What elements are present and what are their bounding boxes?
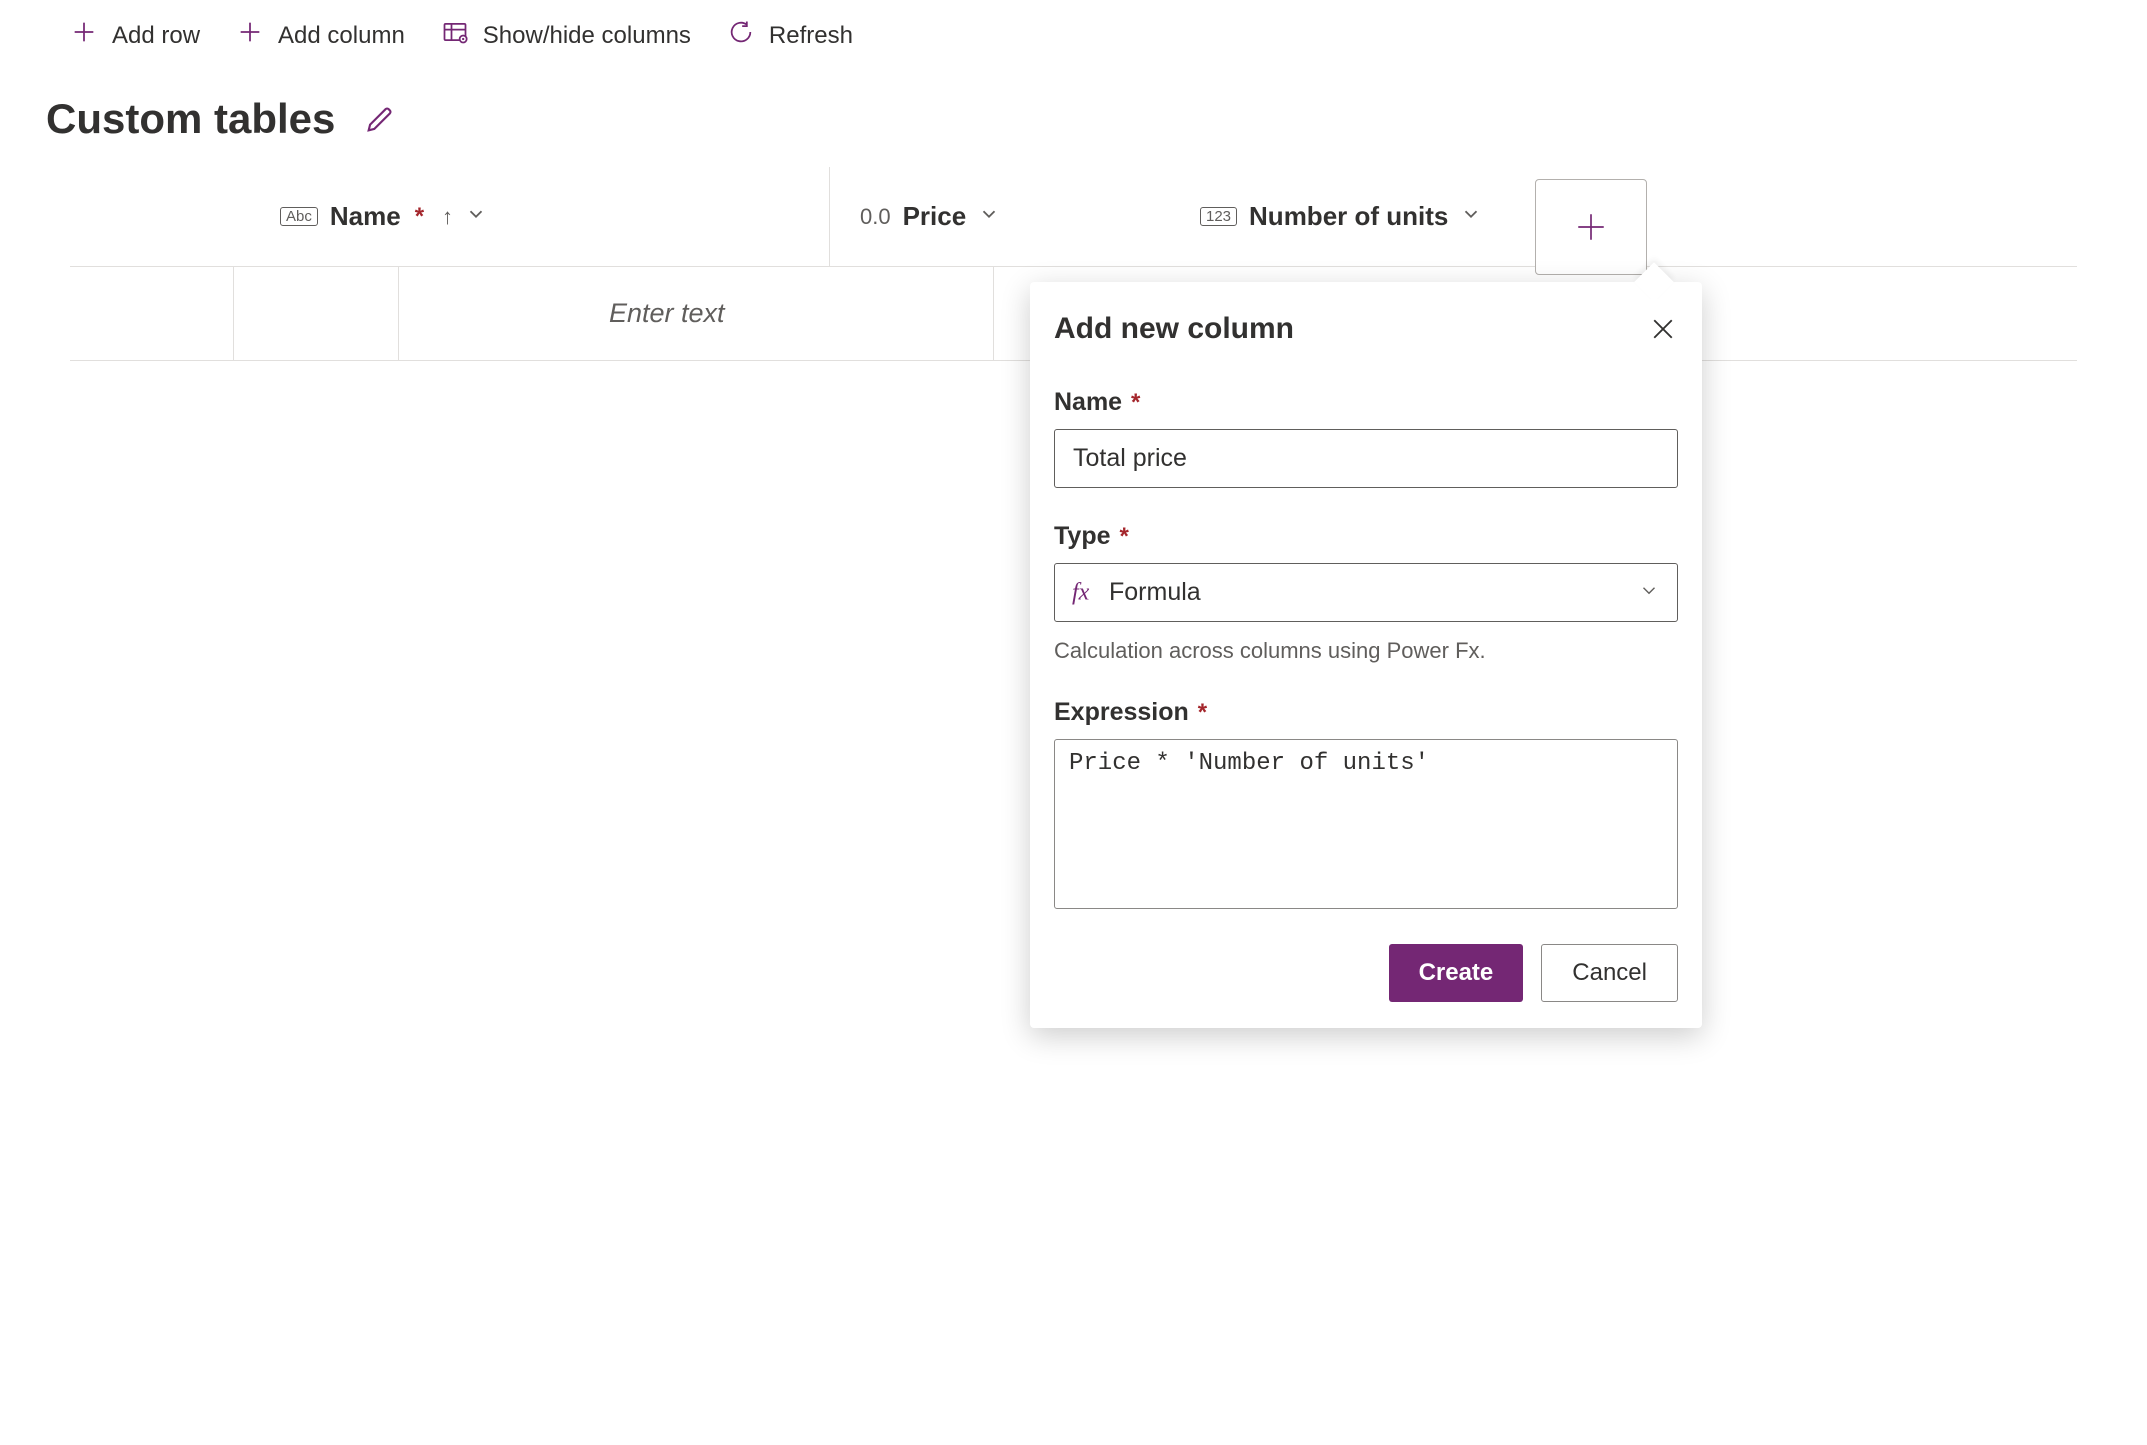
name-label-text: Name bbox=[1054, 388, 1122, 416]
expression-input[interactable] bbox=[1054, 739, 1678, 909]
name-input-cell[interactable]: Enter text bbox=[398, 267, 994, 360]
type-helper-text: Calculation across columns using Power F… bbox=[1054, 638, 1678, 664]
column-name-label: Name bbox=[330, 201, 401, 232]
column-price-label: Price bbox=[903, 201, 967, 232]
add-column-button[interactable]: Add column bbox=[236, 18, 405, 53]
chevron-down-icon bbox=[1638, 579, 1660, 606]
columns-icon bbox=[441, 18, 469, 53]
show-hide-label: Show/hide columns bbox=[483, 22, 691, 50]
fx-icon: fx bbox=[1072, 579, 1089, 606]
name-placeholder: Enter text bbox=[609, 298, 725, 329]
column-type-select[interactable]: Formula bbox=[1054, 563, 1678, 622]
refresh-icon bbox=[727, 18, 755, 53]
required-star: * bbox=[415, 203, 424, 231]
expr-label-text: Expression bbox=[1054, 698, 1189, 726]
add-column-label: Add column bbox=[278, 22, 405, 50]
type-field-block: Type * fx Formula Calculation across col… bbox=[1054, 522, 1678, 664]
name-field-block: Name * bbox=[1054, 388, 1678, 488]
abc-type-icon: Abc bbox=[280, 207, 318, 226]
page-title: Custom tables bbox=[46, 95, 335, 143]
type-label-text: Type bbox=[1054, 522, 1111, 550]
type-field-label: Type * bbox=[1054, 522, 1678, 551]
required-star: * bbox=[1131, 389, 1140, 416]
expression-field-block: Expression * bbox=[1054, 698, 1678, 914]
refresh-button[interactable]: Refresh bbox=[727, 18, 853, 53]
decimal-type-icon: 0.0 bbox=[860, 204, 891, 230]
sort-asc-icon: ↑ bbox=[442, 204, 453, 230]
name-field-label: Name * bbox=[1054, 388, 1678, 417]
popup-title: Add new column bbox=[1054, 312, 1294, 346]
add-row-label: Add row bbox=[112, 22, 200, 50]
create-button[interactable]: Create bbox=[1389, 944, 1524, 1002]
type-selected-value: Formula bbox=[1109, 578, 1201, 607]
table-header: Abc Name * ↑ 0.0 Price 123 Number of uni… bbox=[70, 167, 2077, 267]
required-star: * bbox=[1198, 699, 1207, 726]
add-row-button[interactable]: Add row bbox=[70, 18, 200, 53]
close-icon[interactable] bbox=[1648, 314, 1678, 344]
popup-footer: Create Cancel bbox=[1054, 944, 1678, 1002]
row-selector-gutter[interactable] bbox=[70, 267, 234, 360]
integer-type-icon: 123 bbox=[1200, 207, 1237, 226]
column-header-units[interactable]: 123 Number of units bbox=[1170, 167, 1580, 266]
plus-icon bbox=[70, 18, 98, 53]
chevron-down-icon bbox=[1460, 201, 1482, 232]
column-name-input[interactable] bbox=[1054, 429, 1678, 488]
column-header-price[interactable]: 0.0 Price bbox=[830, 167, 1170, 266]
required-star: * bbox=[1119, 523, 1128, 550]
title-row: Custom tables bbox=[0, 71, 2147, 167]
chevron-down-icon bbox=[978, 201, 1000, 232]
toolbar: Add row Add column Show/hide columns bbox=[0, 0, 2147, 71]
chevron-down-icon bbox=[465, 201, 487, 232]
add-column-plus-button[interactable] bbox=[1535, 179, 1647, 275]
column-header-name[interactable]: Abc Name * ↑ bbox=[70, 167, 830, 266]
edit-icon[interactable] bbox=[363, 102, 397, 136]
cancel-button[interactable]: Cancel bbox=[1541, 944, 1678, 1002]
plus-icon bbox=[236, 18, 264, 53]
refresh-label: Refresh bbox=[769, 22, 853, 50]
column-units-label: Number of units bbox=[1249, 201, 1448, 232]
show-hide-columns-button[interactable]: Show/hide columns bbox=[441, 18, 691, 53]
expression-field-label: Expression * bbox=[1054, 698, 1678, 727]
add-column-popup: Add new column Name * Type * fx Formula bbox=[1030, 282, 1702, 1028]
